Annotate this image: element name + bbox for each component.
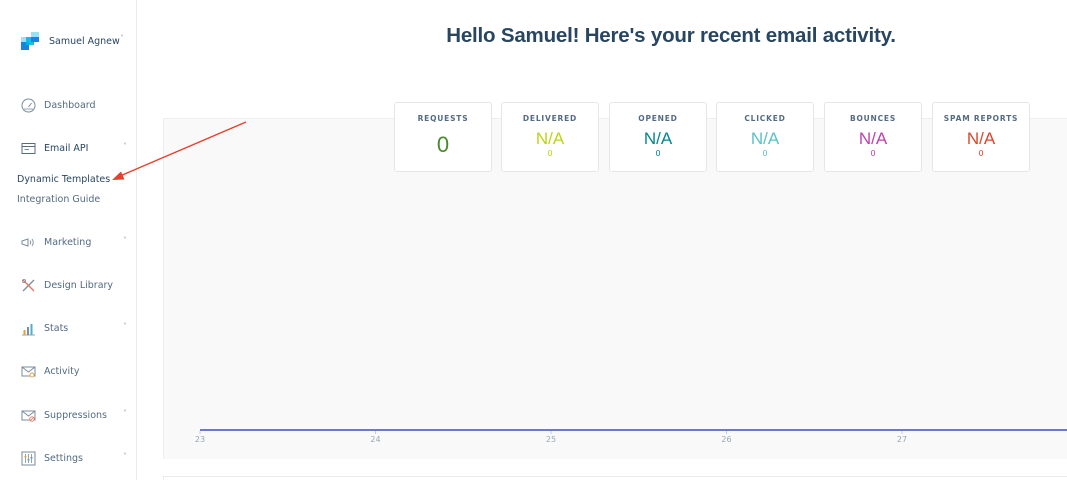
stat-title: SPAM REPORTS [943,114,1019,123]
stat-card-bounces[interactable]: BOUNCES N/A 0 [824,102,922,172]
stat-value: N/A [750,129,780,148]
stat-sub-value: 0 [978,149,984,158]
sidebar-item-settings[interactable]: Settings ˅ [21,448,133,468]
stat-value: N/A [535,129,565,148]
sidebar-item-label: Stats [44,322,69,334]
stat-sub-value: 0 [547,149,553,158]
chevron-down-icon[interactable]: ˅ [123,409,127,418]
sliders-icon [21,451,36,466]
sendgrid-logo-icon [21,32,39,50]
x-tick-label: 25 [546,435,556,444]
stat-title: DELIVERED [522,114,578,123]
x-tick-label: 24 [370,435,380,444]
chevron-down-icon[interactable]: ˅ [123,142,127,151]
stat-value: N/A [858,129,888,148]
chevron-down-icon[interactable]: ˅ [123,236,127,245]
chevron-down-icon[interactable]: ˅ [120,34,124,43]
stat-value: N/A [966,129,996,148]
stat-card-clicked[interactable]: CLICKED N/A 0 [716,102,814,172]
sidebar-item-label: Activity [44,365,80,377]
chevron-down-icon[interactable]: ˅ [123,452,127,461]
sidebar-item-suppressions[interactable]: Suppressions ˅ [21,405,133,425]
envelope-block-icon [21,408,36,423]
stat-value: N/A [643,129,673,148]
subnav-integration-guide[interactable]: Integration Guide [17,194,100,205]
stat-card-opened[interactable]: OPENED N/A 0 [609,102,707,172]
email-api-icon [21,141,36,156]
stat-title: OPENED [638,114,678,123]
stat-sub-value: 0 [762,149,768,158]
subnav-dynamic-templates[interactable]: Dynamic Templates [17,174,110,185]
stat-card-delivered[interactable]: DELIVERED N/A 0 [501,102,599,172]
sidebar-item-stats[interactable]: Stats ˅ [21,318,133,338]
stat-card-spam-reports[interactable]: SPAM REPORTS N/A 0 [932,102,1030,172]
account-switcher[interactable]: Samuel Agnew ˅ [21,28,131,54]
stat-value: 0 [436,132,450,157]
account-name: Samuel Agnew [49,35,120,47]
sidebar-item-label: Marketing [44,236,92,248]
sidebar: Samuel Agnew ˅ Dashboard Email API ˅ Dyn… [0,0,137,480]
sidebar-item-marketing[interactable]: Marketing ˅ [21,232,133,252]
stat-card-requests[interactable]: REQUESTS 0 [394,102,492,172]
design-tools-icon [21,278,36,293]
sidebar-item-activity[interactable]: Activity [21,361,133,381]
x-tick-label: 23 [195,435,205,444]
x-tick-label: 27 [897,435,907,444]
sidebar-item-email-api[interactable]: Email API ˅ [21,138,133,158]
app-root: Samuel Agnew ˅ Dashboard Email API ˅ Dyn… [0,0,1067,480]
stat-sub-value: 0 [870,149,876,158]
megaphone-icon [21,235,36,250]
sidebar-item-label: Dashboard [44,99,96,111]
bar-chart-icon [21,321,36,336]
stat-title: CLICKED [744,114,786,123]
sidebar-item-label: Email API [44,142,89,154]
gauge-icon [21,98,36,113]
stat-title: BOUNCES [849,114,897,123]
sidebar-item-label: Design Library [44,279,114,291]
secondary-panel [163,476,1067,480]
stat-title: REQUESTS [417,114,469,123]
x-tick-label: 26 [721,435,731,444]
sidebar-item-design-library[interactable]: Design Library [21,275,133,295]
envelope-search-icon [21,364,36,379]
stat-sub-value: 0 [655,149,661,158]
sidebar-item-label: Suppressions [44,409,107,421]
page-title: Hello Samuel! Here's your recent email a… [446,24,896,47]
sidebar-item-label: Settings [44,452,83,464]
chevron-down-icon[interactable]: ˅ [123,322,127,331]
sidebar-item-dashboard[interactable]: Dashboard [21,95,133,115]
